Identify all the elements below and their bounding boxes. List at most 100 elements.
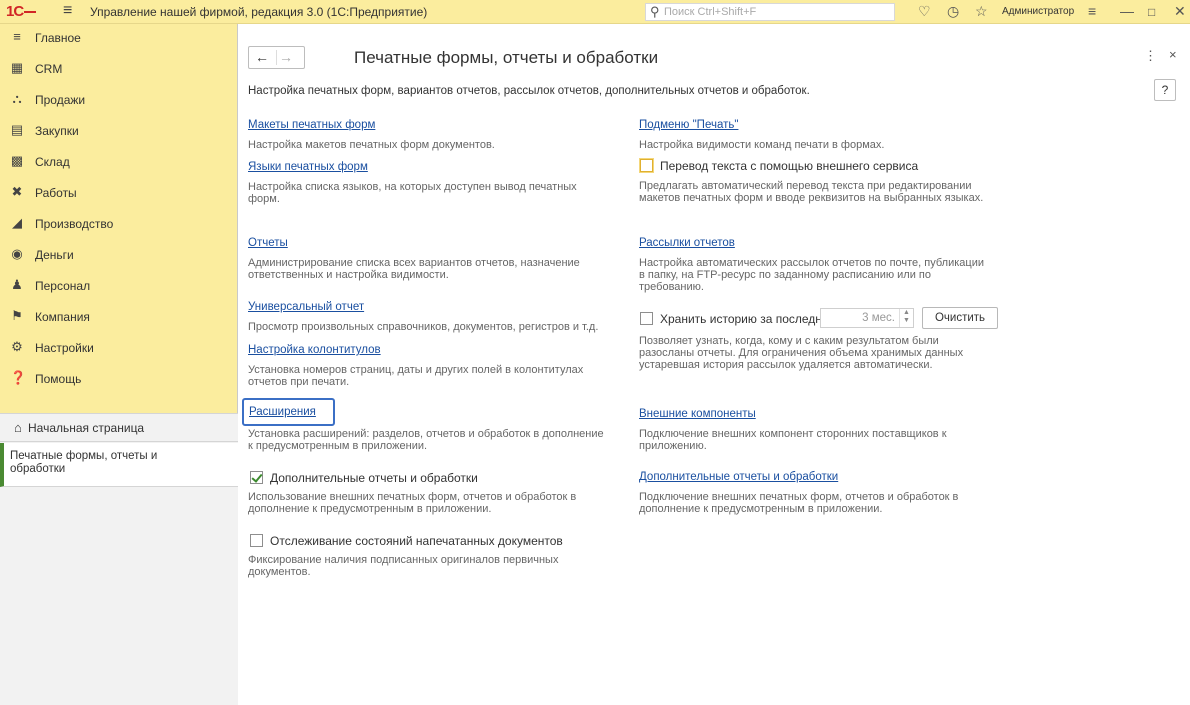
sidebar-item-main[interactable]: ≡ Главное (0, 24, 238, 54)
tracking-checkbox-label: Отслеживание состояний напечатанных доку… (270, 534, 563, 548)
headers-footers-link[interactable]: Настройка колонтитулов (248, 344, 381, 356)
sidebar-item-label: Компания (35, 310, 90, 324)
title-bar: 1С ≡ Управление нашей фирмой, редакция 3… (0, 0, 1190, 24)
sidebar-item-label: Главное (35, 31, 81, 45)
universal-report-link[interactable]: Универсальный отчет (248, 301, 364, 313)
sidebar-item-label: Продажи (35, 93, 86, 107)
open-windows-panel: ⌂ Начальная страница Печатные формы, отч… (0, 413, 238, 705)
list-icon: ≡ (13, 29, 21, 44)
clear-button[interactable]: Очистить (922, 307, 998, 329)
tools-icon: ✖ (11, 184, 23, 199)
sidebar-item-label: Персонал (35, 279, 91, 293)
open-window-print-forms[interactable]: Печатные формы, отчеты и обработки (0, 443, 238, 487)
more-vertical-icon[interactable]: ⋮ (1144, 48, 1157, 64)
tracking-desc: Фиксирование наличия подписанных оригина… (248, 554, 559, 578)
sidebar-item-label: Настройки (35, 341, 94, 355)
sidebar-item-label: Закупки (35, 124, 79, 138)
external-components-link[interactable]: Внешние компоненты (639, 408, 756, 420)
external-components-desc: Подключение внешних компонент сторонних … (639, 428, 947, 452)
addl-reports-check-desc: Использование внешних печатных форм, отч… (248, 491, 577, 515)
people-icon: ♟ (11, 277, 23, 292)
reports-link[interactable]: Отчеты (248, 237, 288, 249)
sidebar-item-label: Деньги (35, 248, 74, 262)
sidebar-item-personnel[interactable]: ♟ Персонал (0, 272, 238, 302)
money-icon: ◉ (11, 246, 23, 261)
gear-icon: ⚙ (11, 339, 23, 354)
nav-divider (276, 50, 277, 65)
print-languages-desc: Настройка списка языков, на которых дост… (248, 181, 577, 205)
flag-icon: ⚑ (11, 308, 23, 323)
addl-reports-checkbox[interactable] (250, 471, 263, 484)
search-icon: ⚲ (650, 4, 660, 19)
minimize-icon[interactable]: — (1120, 3, 1134, 19)
history-period-value: 3 мес. (862, 312, 895, 324)
help-icon: ❓ (10, 370, 27, 385)
report-mailings-link[interactable]: Рассылки отчетов (639, 237, 735, 249)
history-checkbox-label: Хранить историю за последние (660, 312, 836, 326)
purchase-icon: ▤ (10, 122, 24, 137)
translate-checkbox[interactable] (640, 159, 653, 172)
addl-reports-checkbox-row[interactable]: Дополнительные отчеты и обработки (250, 470, 550, 486)
warehouse-icon: ▩ (10, 153, 24, 168)
sidebar-item-sales[interactable]: ⛬ Продажи (0, 86, 238, 116)
main-content: ← → Печатные формы, отчеты и обработки ⋮… (239, 24, 1190, 705)
search-input[interactable]: ⚲ Поиск Ctrl+Shift+F (645, 3, 895, 21)
translate-desc: Предлагать автоматический перевод текста… (639, 180, 984, 204)
sidebar-item-label: Помощь (35, 372, 82, 386)
close-form-icon[interactable]: × (1169, 47, 1177, 62)
history-checkbox[interactable] (640, 312, 653, 325)
sidebar-item-label: Работы (35, 186, 77, 200)
addl-reports-checkbox-label: Дополнительные отчеты и обработки (270, 471, 478, 485)
sidebar-item-money[interactable]: ◉ Деньги (0, 241, 238, 271)
report-mailings-desc: Настройка автоматических рассылок отчето… (639, 257, 984, 293)
history-period-input[interactable]: 3 мес. ▲ ▼ (820, 308, 914, 328)
maximize-icon[interactable]: □ (1148, 5, 1155, 19)
sidebar-item-company[interactable]: ⚑ Компания (0, 303, 238, 333)
spinner-arrows-icon[interactable]: ▲ ▼ (899, 309, 913, 327)
page-title: Печатные формы, отчеты и обработки (354, 48, 659, 67)
forward-arrow-icon[interactable]: → (279, 49, 293, 65)
sidebar-item-crm[interactable]: ▦ CRM (0, 55, 238, 85)
shop-icon: ⛬ (12, 91, 22, 106)
print-languages-link[interactable]: Языки печатных форм (248, 161, 368, 173)
home-page-link[interactable]: ⌂ Начальная страница (0, 414, 238, 442)
tracking-checkbox-row[interactable]: Отслеживание состояний напечатанных доку… (250, 533, 590, 549)
print-submenu-link[interactable]: Подменю "Печать" (639, 119, 738, 131)
sidebar-item-purchases[interactable]: ▤ Закупки (0, 117, 238, 147)
app-logo: 1С (6, 3, 37, 20)
back-arrow-icon[interactable]: ← (255, 49, 269, 65)
history-icon[interactable]: ◷ (947, 3, 959, 20)
main-menu-icon[interactable]: ≡ (63, 2, 72, 20)
app-title: Управление нашей фирмой, редакция 3.0 (1… (90, 5, 428, 19)
reports-desc: Администрирование списка всех вариантов … (248, 257, 580, 281)
headers-footers-desc: Установка номеров страниц, даты и других… (248, 364, 584, 388)
sidebar-item-help[interactable]: ❓ Помощь (0, 365, 238, 395)
sidebar-item-works[interactable]: ✖ Работы (0, 179, 238, 209)
extensions-desc: Установка расширений: разделов, отчетов … (248, 428, 604, 452)
print-submenu-desc: Настройка видимости команд печати в форм… (639, 139, 885, 151)
sidebar-item-settings[interactable]: ⚙ Настройки (0, 334, 238, 364)
search-placeholder: Поиск Ctrl+Shift+F (664, 6, 757, 18)
extensions-link[interactable]: Расширения (249, 406, 316, 418)
translate-checkbox-row[interactable]: Перевод текста с помощью внешнего сервис… (640, 158, 960, 174)
history-checkbox-row[interactable]: Хранить историю за последние (640, 311, 835, 327)
close-icon[interactable]: ✕ (1174, 3, 1186, 20)
settings-menu-icon[interactable]: ≡ (1088, 3, 1096, 19)
print-templates-desc: Настройка макетов печатных форм документ… (248, 139, 495, 151)
print-templates-link[interactable]: Макеты печатных форм (248, 119, 375, 131)
sidebar-item-label: Склад (35, 155, 70, 169)
sidebar-item-label: Производство (35, 217, 114, 231)
star-icon[interactable]: ☆ (975, 3, 988, 20)
history-nav: ← → (248, 46, 305, 69)
sidebar-item-warehouse[interactable]: ▩ Склад (0, 148, 238, 178)
addl-reports-link[interactable]: Дополнительные отчеты и обработки (639, 471, 838, 483)
history-desc: Позволяет узнать, когда, кому и с каким … (639, 335, 964, 371)
sidebar: ≡ Главное ▦ CRM ⛬ Продажи ▤ Закупки ▩ Ск… (0, 24, 238, 705)
tracking-checkbox[interactable] (250, 534, 263, 547)
current-user[interactable]: Администратор (1002, 6, 1074, 17)
factory-icon: ◢ (12, 215, 22, 230)
sidebar-item-production[interactable]: ◢ Производство (0, 210, 238, 240)
help-button[interactable]: ? (1154, 79, 1176, 101)
bell-icon[interactable]: ♡ (918, 3, 931, 20)
crm-icon: ▦ (10, 60, 24, 75)
